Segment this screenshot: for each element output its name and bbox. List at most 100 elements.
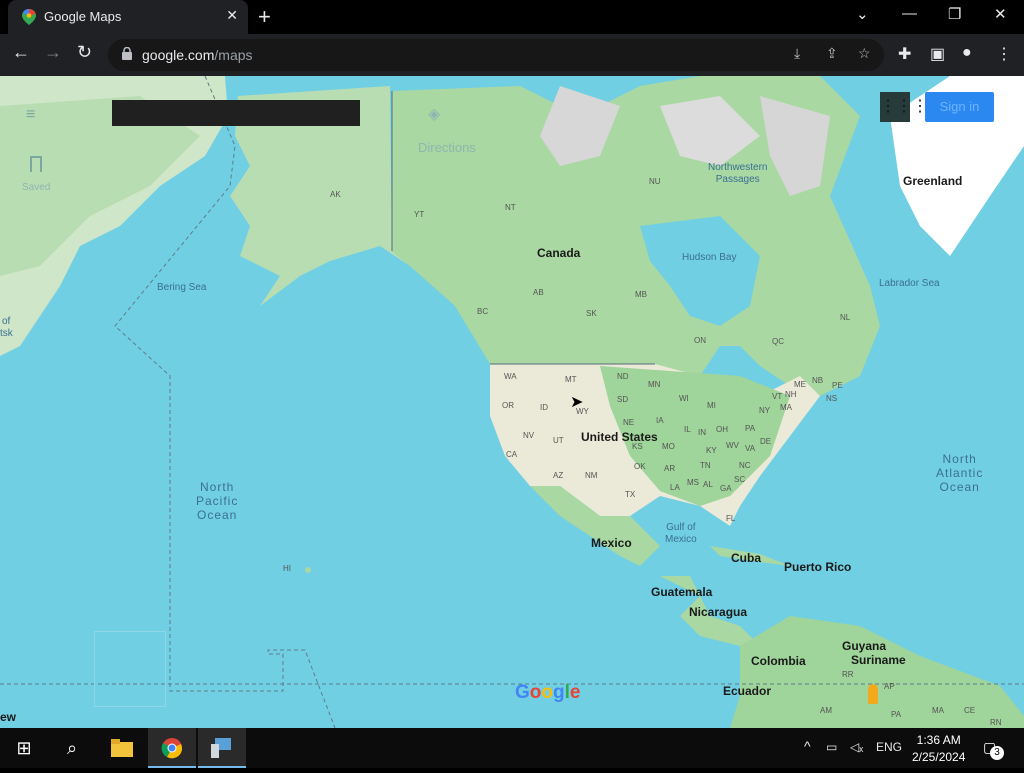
label-am: AM <box>820 706 832 715</box>
label-ky: KY <box>706 446 717 455</box>
label-tn: TN <box>700 461 711 470</box>
label-az: AZ <box>553 471 564 480</box>
restore-icon[interactable]: ❐ <box>948 5 961 23</box>
label-bering-sea: Bering Sea <box>157 282 207 293</box>
browser-menu-icon[interactable]: ⋮ <box>996 44 1012 64</box>
label-pe: PE <box>832 381 843 390</box>
profile-avatar-icon[interactable]: ● <box>962 44 972 62</box>
street-view-pegman-icon[interactable] <box>868 684 878 704</box>
label-sk: SK <box>586 309 597 318</box>
label-nv: NV <box>523 431 535 440</box>
new-tab-button[interactable]: + <box>258 4 271 30</box>
label-ok: OK <box>634 462 646 471</box>
label-de: DE <box>760 437 772 446</box>
directions-icon[interactable]: ◈ <box>428 104 440 124</box>
extensions-icon[interactable]: ✚ <box>898 44 911 64</box>
label-gulf-of-mexico: Gulf of Mexico <box>665 522 697 545</box>
map-menu-icon[interactable]: ≡ <box>26 106 35 124</box>
label-me: ME <box>794 380 806 389</box>
chrome-taskbar-icon[interactable] <box>148 728 196 768</box>
label-vt: VT <box>772 392 783 401</box>
label-guyana: Guyana <box>842 639 887 653</box>
label-nb: NB <box>812 376 824 385</box>
bookmark-star-icon[interactable]: ☆ <box>858 45 871 62</box>
label-nl: NL <box>840 313 851 322</box>
label-wv: WV <box>726 441 739 450</box>
label-ks: KS <box>632 442 643 451</box>
address-bar[interactable]: google.com/maps ⤓ ⇪ ☆ <box>108 39 884 71</box>
label-cuba: Cuba <box>731 551 761 565</box>
tab-search-icon[interactable]: ⌄ <box>856 5 869 23</box>
label-greenland: Greenland <box>903 174 963 188</box>
google-logo-letter: g <box>553 682 565 703</box>
label-nc: NC <box>739 461 751 470</box>
saved-bookmark-icon[interactable] <box>30 156 42 172</box>
label-nt: NT <box>505 203 516 212</box>
google-logo-letter: o <box>541 682 553 703</box>
label-united-states: United States <box>581 430 658 444</box>
label-ma: MA <box>780 403 792 412</box>
label-ia: IA <box>656 416 664 425</box>
tab-google-maps[interactable]: Google Maps ✕ <box>8 0 248 34</box>
label-ms: MS <box>687 478 699 487</box>
map-canvas[interactable]: ≡ Saved ◈ Directions ⋮⋮⋮ Sign in Canada … <box>0 76 1024 728</box>
minimize-icon[interactable]: — <box>902 5 917 22</box>
label-nu: NU <box>649 177 661 186</box>
reload-icon[interactable]: ↻ <box>77 42 92 63</box>
label-rr: RR <box>842 670 854 679</box>
network-icon[interactable]: ▭ <box>826 740 837 754</box>
label-ga: GA <box>720 484 732 493</box>
volume-muted-icon[interactable]: ◁ₓ <box>850 740 863 754</box>
label-il: IL <box>684 425 691 434</box>
forward-icon[interactable]: → <box>44 42 62 63</box>
label-mn: MN <box>648 380 661 389</box>
clock-time: 1:36 AM <box>916 733 961 747</box>
label-bc: BC <box>477 307 489 316</box>
back-icon[interactable]: ← <box>12 42 30 63</box>
label-hudson-bay: Hudson Bay <box>682 252 737 263</box>
tray-chevron-icon[interactable]: ^ <box>804 738 811 754</box>
label-guatemala: Guatemala <box>651 585 713 599</box>
close-window-icon[interactable]: ✕ <box>994 5 1007 23</box>
taskbar-search-icon[interactable]: ⌕ <box>48 728 96 768</box>
label-yt: YT <box>414 210 425 219</box>
label-oh: OH <box>716 425 728 434</box>
side-panel-icon[interactable]: ▣ <box>930 44 945 64</box>
label-nh: NH <box>785 390 797 399</box>
tab-close-icon[interactable]: ✕ <box>226 7 238 24</box>
label-nm: NM <box>585 471 598 480</box>
label-or: OR <box>502 401 514 410</box>
layers-button[interactable] <box>94 631 166 707</box>
google-logo-letter: G <box>515 682 530 703</box>
label-labrador-sea: Labrador Sea <box>879 278 940 289</box>
windows-start-icon[interactable]: ⊞ <box>0 728 48 768</box>
google-maps-favicon-icon <box>22 9 36 25</box>
install-app-icon[interactable]: ⤓ <box>794 45 800 62</box>
label-partial-tsk: tsk <box>0 328 13 339</box>
label-ne: NE <box>623 418 635 427</box>
saved-label[interactable]: Saved <box>22 182 50 193</box>
sign-in-button[interactable]: Sign in <box>925 92 994 122</box>
label-pa: PA <box>745 424 756 433</box>
label-ny: NY <box>759 406 771 415</box>
google-apps-button[interactable]: ⋮⋮⋮ <box>880 92 928 122</box>
remote-desktop-taskbar-icon[interactable] <box>198 728 246 768</box>
map-search-bar[interactable] <box>112 100 360 126</box>
language-indicator[interactable]: ENG <box>876 740 902 754</box>
tab-title: Google Maps <box>44 9 122 24</box>
label-in: IN <box>698 428 706 437</box>
label-puerto-rico: Puerto Rico <box>784 560 852 574</box>
label-ab: AB <box>533 288 544 297</box>
taskbar-clock[interactable]: 1:36 AM 2/25/2024 <box>912 732 965 766</box>
file-explorer-icon[interactable] <box>98 728 146 768</box>
label-colombia: Colombia <box>751 654 806 668</box>
label-north-pacific-ocean: North Pacific Ocean <box>196 480 239 522</box>
clock-date: 2/25/2024 <box>912 750 966 764</box>
directions-label[interactable]: Directions <box>418 140 476 155</box>
label-sc: SC <box>734 475 746 484</box>
label-partial-ew: ew <box>0 710 17 724</box>
label-wi: WI <box>679 394 689 403</box>
share-icon[interactable]: ⇪ <box>826 45 838 62</box>
label-fl: FL <box>726 514 736 523</box>
browser-tab-strip: Google Maps ✕ + ⌄ — ❐ ✕ <box>0 0 1024 34</box>
